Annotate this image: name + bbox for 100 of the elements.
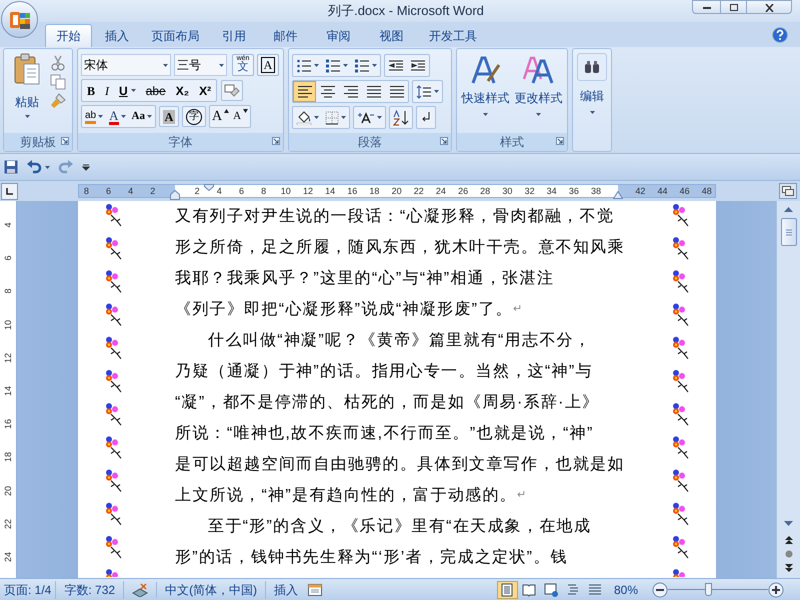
next-page-icon[interactable] — [784, 564, 792, 572]
outline-view-icon — [566, 582, 580, 596]
clipboard-icon — [13, 53, 41, 85]
browse-object-icon[interactable] — [784, 550, 792, 558]
zoom-out-icon[interactable] — [652, 582, 668, 598]
format-button[interactable]: X₂ — [170, 80, 194, 101]
text-line: 又有列子对尹生说的一段话：“心凝形释，骨肉都融，不觉 — [175, 206, 614, 226]
format-button[interactable]: I — [100, 80, 114, 101]
language-indicator[interactable]: 中文(简体，中国) — [157, 580, 266, 598]
dialog-launcher-icon[interactable] — [61, 137, 69, 145]
character-shading-button[interactable]: A — [158, 106, 179, 127]
align-center-icon — [320, 84, 336, 99]
ruler-number: 8 — [3, 288, 13, 296]
undo-icon[interactable] — [26, 160, 42, 174]
clear-formatting-button[interactable] — [221, 80, 244, 101]
font-size-field[interactable]: 三号 — [174, 54, 227, 76]
text-line: 是可以超越空间而自由驰骋的。具体到文章写作，也就是如 — [175, 454, 625, 474]
enclose-characters-button[interactable]: 字 — [182, 106, 206, 127]
caret-icon — [24, 115, 30, 118]
font-name-field[interactable]: 宋体 — [81, 54, 171, 76]
ruler-number: 18 — [369, 185, 380, 197]
dialog-launcher-icon[interactable] — [440, 137, 448, 145]
zoom-level[interactable]: 80% — [614, 580, 638, 598]
shrink-font-button[interactable]: A — [231, 106, 250, 127]
text-line: 我耶？我乘风乎？”这里的“心”与“神”相通，张湛注 — [175, 268, 554, 288]
previous-page-icon[interactable] — [784, 536, 792, 544]
tab-selector-button[interactable] — [1, 182, 18, 200]
save-icon[interactable] — [4, 160, 18, 174]
caret-icon — [314, 64, 319, 67]
dialog-launcher-icon[interactable] — [272, 137, 280, 145]
text-line: 至于“形”的含义，《乐记》里有“在天成象，在地成 — [208, 516, 592, 536]
decrease-indent-icon — [388, 58, 404, 72]
align-button[interactable] — [293, 81, 316, 102]
macro-record-icon[interactable] — [308, 584, 322, 596]
ruler-number: 42 — [635, 185, 646, 197]
style-button[interactable]: 快速样式 — [459, 55, 512, 116]
font-color-button[interactable]: A — [106, 106, 129, 127]
caret-icon — [590, 111, 594, 114]
zoom-slider-thumb[interactable] — [705, 582, 712, 596]
character-border-button[interactable]: A — [257, 54, 279, 76]
ruler-number: 8 — [84, 185, 89, 197]
help-icon[interactable] — [772, 27, 788, 43]
ruler-number: 34 — [546, 185, 557, 197]
scroll-down-icon[interactable] — [784, 521, 793, 526]
ruler-number: 22 — [3, 518, 13, 531]
ribbon-tab[interactable]: 插入 — [92, 24, 142, 47]
right-indent-marker-icon[interactable] — [613, 191, 623, 199]
close-icon — [764, 4, 774, 12]
vertical-scrollbar[interactable] — [776, 201, 800, 578]
ribbon-tab[interactable]: 开始 — [45, 24, 92, 47]
grow-font-button[interactable]: A — [210, 106, 232, 127]
change-case-button[interactable]: Aa — [128, 106, 155, 127]
proofing-book-icon[interactable] — [132, 582, 148, 596]
style-button[interactable]: 更改样式 — [512, 55, 565, 116]
format-button[interactable]: U — [114, 80, 141, 101]
scrollbar-thumb[interactable] — [780, 218, 796, 246]
align-left-icon — [296, 84, 312, 99]
ribbon-tab[interactable]: 页面布局 — [142, 24, 209, 47]
ruler-number: 46 — [680, 185, 690, 197]
format-button[interactable]: abe — [140, 80, 171, 101]
binoculars-icon — [584, 60, 600, 74]
dialog-launcher-icon[interactable] — [556, 137, 564, 145]
ruler-number: 24 — [3, 551, 13, 564]
format-button[interactable]: X² — [194, 80, 216, 101]
ruler-number: 12 — [303, 185, 313, 197]
format-button[interactable]: B — [82, 80, 100, 101]
word-count[interactable]: 字数: 732 — [56, 580, 124, 598]
copy-icon[interactable] — [50, 74, 66, 90]
ruler-number: 4 — [128, 185, 134, 197]
ribbon-tab[interactable]: 引用 — [209, 24, 259, 47]
ribbon-tab[interactable]: 开发工具 — [418, 24, 488, 47]
ribbon-tab[interactable]: 视图 — [365, 24, 418, 47]
ruler-number: 8 — [261, 185, 266, 197]
view-ruler-button[interactable] — [779, 183, 797, 199]
view-button[interactable] — [496, 580, 518, 598]
scissors-icon[interactable] — [50, 55, 66, 71]
zoom-in-icon[interactable] — [768, 582, 784, 598]
caret-icon — [98, 115, 104, 118]
text-line: 上文所说，“神”是有趋向性的，富于动感的。 — [175, 486, 517, 506]
customize-toolbar-icon[interactable] — [82, 163, 90, 171]
page-count[interactable]: 页面: 1/4 — [0, 580, 56, 598]
letters-icon — [522, 55, 554, 85]
paintbrush-icon[interactable] — [50, 93, 66, 109]
highlight-button[interactable]: ab — [82, 106, 106, 127]
text-line: 所说：“唯神也,故不疾而速,不行而至。”也就是说，“神” — [175, 424, 594, 444]
ruler-number: 12 — [3, 352, 13, 365]
text-line: 形之所倚，足之所履，随风东西，犹木叶干壳。意不知风乘 — [175, 238, 625, 258]
text-line: 《列子》即把“心凝形释”说成“神凝形废”了。 — [175, 300, 513, 320]
numbered-list-icon — [325, 58, 341, 73]
insert-mode-indicator[interactable]: 插入 — [266, 580, 306, 598]
paragraph-mark: ↵ — [516, 488, 526, 504]
scroll-up-icon[interactable] — [784, 207, 793, 212]
ribbon-tab[interactable]: 审阅 — [312, 24, 365, 47]
paste-button[interactable]: 粘贴 — [8, 53, 46, 118]
first-line-indent-marker-icon[interactable] — [204, 184, 214, 191]
bullet-list-icon — [296, 58, 312, 73]
office-button[interactable] — [1, 1, 38, 38]
ruler-number: 36 — [568, 185, 579, 197]
caret-icon — [372, 64, 377, 67]
ribbon-tab[interactable]: 邮件 — [259, 24, 312, 47]
